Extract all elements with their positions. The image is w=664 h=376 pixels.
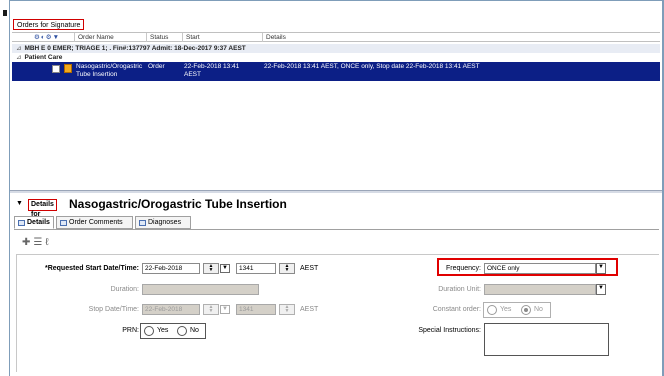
collapse-marker-icon [3, 10, 7, 16]
frequency-field[interactable]: ONCE only [484, 263, 596, 274]
stop-date-field: 22-Feb-2018 [142, 304, 200, 315]
start-time-field[interactable]: 1341 [236, 263, 276, 274]
column-start[interactable]: Start [182, 33, 262, 42]
diagnoses-tab-icon [139, 220, 146, 226]
collapse-triangle-icon[interactable]: ▼ [16, 200, 23, 207]
duration-label: Duration: [110, 286, 139, 293]
left-frame-edge [0, 0, 10, 376]
details-toolbar: ✚☰ℓ [22, 237, 52, 248]
details-for-label: Details for [28, 199, 57, 218]
constant-order-label: Constant order: [432, 306, 481, 313]
prn-radio-group [140, 323, 206, 339]
order-flag-icon [64, 64, 72, 73]
collapse-triangle-icon[interactable]: ⊿ [16, 45, 21, 52]
stop-time-spinner: ▲ ▼ [279, 304, 295, 315]
comments-tab-icon [60, 220, 67, 226]
start-time-spinner[interactable]: ▲ ▼ [279, 263, 295, 274]
stop-time-field: 1341 [236, 304, 276, 315]
order-details-form: *Requested Start Date/Time: 22-Feb-2018 … [16, 254, 659, 372]
orders-column-header: ⚙◐⚙▼ Order Name Status Start Details [12, 32, 660, 42]
order-details-panel: ▼ Details for Nasogastric/Orogastric Tub… [10, 193, 662, 376]
chart-icon[interactable]: ℓ [45, 237, 51, 248]
constant-radio-group [483, 302, 551, 318]
header-toolbar-icons[interactable]: ⚙◐⚙▼ [34, 33, 60, 42]
frequency-label: Frequency: [445, 265, 481, 272]
column-status[interactable]: Status [146, 33, 182, 42]
order-row-selected[interactable]: Nasogastric/Orogastric Tube Insertion Or… [12, 62, 660, 81]
order-start-line1: 22-Feb-2018 13:41 [184, 63, 240, 70]
encounter-group-row[interactable]: ⊿ MBH E 0 EMER; TRIAGE 1; . Fin#:137797 A… [12, 44, 660, 53]
special-instructions-label: Special Instructions: [418, 327, 481, 334]
start-date-field[interactable]: 22-Feb-2018 [142, 263, 200, 274]
duration-field [142, 284, 259, 295]
stop-timezone: AEST [300, 306, 319, 313]
order-checkbox[interactable] [52, 65, 60, 73]
frequency-dropdown[interactable]: ▼ [596, 263, 606, 274]
prn-label: PRN: [122, 327, 139, 334]
order-start-line2: AEST [184, 71, 201, 78]
encounter-label: MBH E 0 EMER; TRIAGE 1; . Fin#:137797 Ad… [24, 45, 246, 52]
stop-date-dropdown: ▼ [220, 305, 230, 314]
duration-unit-dropdown[interactable]: ▼ [596, 284, 606, 295]
column-details[interactable]: Details [262, 33, 660, 42]
stop-date-spinner: ▲ ▼ [203, 304, 219, 315]
add-icon[interactable]: ✚ [22, 237, 33, 248]
collapse-triangle-icon[interactable]: ⊿ [16, 54, 21, 61]
orders-for-signature-title: Orders for Signature [13, 19, 85, 30]
patient-care-group-row[interactable]: ⊿ Patient Care [12, 53, 660, 62]
start-timezone: AEST [300, 265, 319, 272]
order-name-line1: Nasogastric/Orogastric [76, 63, 143, 70]
duration-unit-label: Duration Unit: [438, 286, 481, 293]
special-instructions-field[interactable] [484, 323, 609, 356]
duration-unit-field [484, 284, 596, 295]
tab-details[interactable]: Details [14, 216, 54, 229]
modify-icon[interactable]: ☰ [33, 237, 45, 248]
start-date-dropdown[interactable]: ▼ [220, 264, 230, 273]
tab-diagnoses[interactable]: Diagnoses [135, 216, 191, 229]
column-order-name[interactable]: Order Name [74, 33, 146, 42]
requested-start-label: *Requested Start Date/Time: [44, 265, 139, 272]
order-details: 22-Feb-2018 13:41 AEST, ONCE only, Stop … [264, 63, 480, 70]
orders-for-signature-panel: Orders for Signature ⚙◐⚙▼ Order Name Sta… [10, 1, 662, 191]
order-status: Order [148, 63, 165, 70]
tab-underline [14, 229, 659, 230]
details-order-title: Nasogastric/Orogastric Tube Insertion [69, 197, 287, 211]
order-name-line2: Tube Insertion [76, 71, 118, 78]
stop-datetime-label: Stop Date/Time: [88, 306, 139, 313]
patient-care-label: Patient Care [24, 54, 63, 61]
start-date-spinner[interactable]: ▲ ▼ [203, 263, 219, 274]
tab-order-comments[interactable]: Order Comments [56, 216, 133, 229]
details-tab-icon [18, 220, 25, 226]
